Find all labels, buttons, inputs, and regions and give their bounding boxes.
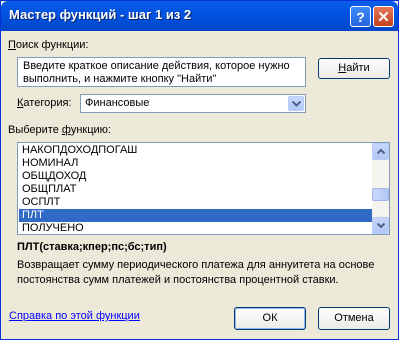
function-wizard-dialog: Мастер функций - шаг 1 из 2 ? ✕ Поиск фу… (0, 0, 399, 340)
list-item[interactable]: ОБЩДОХОД (19, 170, 373, 183)
list-item[interactable]: ПЛТ (19, 209, 373, 222)
ok-button[interactable]: ОК (234, 307, 306, 330)
close-button[interactable]: ✕ (373, 6, 394, 27)
function-list[interactable]: НАКОПДОХОДПОГАШ НОМИНАЛ ОБЩДОХОД ОБЩПЛАТ ОСП… (17, 142, 390, 235)
title-bar[interactable]: Мастер функций - шаг 1 из 2 ? ✕ (1, 1, 398, 31)
list-item[interactable]: ОБЩПЛАТ (19, 183, 373, 196)
function-signature: ПЛТ(ставка;кпер;пс;бс;тип) (17, 241, 167, 253)
find-button[interactable]: Найти (318, 58, 390, 79)
cancel-button[interactable]: Отмена (318, 307, 390, 330)
category-label: Категория: (17, 97, 72, 109)
window-title: Мастер функций - шаг 1 из 2 (9, 7, 192, 22)
scroll-thumb[interactable] (372, 188, 389, 201)
list-item[interactable]: НОМИНАЛ (19, 157, 373, 170)
function-help-link[interactable]: Справка по этой функции (9, 310, 140, 322)
list-item[interactable]: НАКОПДОХОДПОГАШ (19, 144, 373, 157)
scroll-up-icon[interactable] (372, 143, 389, 160)
list-scrollbar[interactable] (372, 143, 389, 234)
scroll-down-icon[interactable] (372, 217, 389, 234)
chevron-down-icon[interactable] (288, 96, 304, 111)
function-description: Возвращает сумму периодического платежа … (17, 259, 375, 286)
list-item[interactable]: ОСПЛТ (19, 196, 373, 209)
search-label: Поиск функции: (8, 39, 89, 51)
help-button[interactable]: ? (350, 6, 371, 27)
category-select[interactable]: Финансовые (80, 94, 306, 113)
function-list-label: Выберите функцию: (8, 124, 111, 136)
search-input[interactable]: Введите краткое описание действия, котор… (17, 57, 306, 87)
list-item[interactable]: ПОЛУЧЕНО (19, 222, 373, 234)
category-value: Финансовые (85, 97, 150, 109)
